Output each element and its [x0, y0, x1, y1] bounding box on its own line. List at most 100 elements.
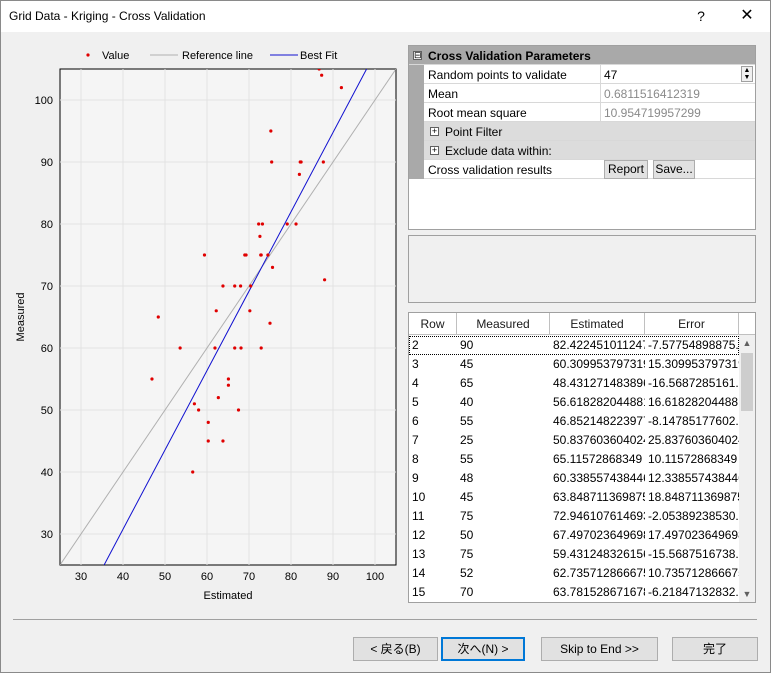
skip-to-end-button[interactable]: Skip to End >> — [541, 637, 658, 661]
table-cell: 5 — [412, 395, 419, 409]
data-point — [221, 439, 225, 443]
table-row[interactable]: 4 65 48.431271483896 -16.5687285161... — [409, 374, 739, 393]
expand-icon[interactable]: + — [430, 127, 439, 136]
data-point — [259, 253, 263, 257]
table-cell: 56.618282044881 — [553, 395, 645, 409]
legend-marker — [86, 53, 90, 57]
data-point — [298, 160, 302, 164]
scroll-thumb[interactable] — [741, 353, 753, 411]
save-button[interactable]: Save... — [653, 160, 695, 179]
data-point — [244, 253, 248, 257]
table-row[interactable]: 6 55 46.852148223977 -8.14785177602... — [409, 412, 739, 431]
data-point — [214, 309, 218, 313]
x-tick-label: 30 — [75, 571, 87, 583]
x-tick-label: 100 — [366, 571, 384, 583]
data-point — [226, 383, 231, 387]
param-random-points[interactable]: Random points to validate 47 ▲ ▼ — [409, 65, 755, 84]
legend: Value Reference line Best Fit — [86, 50, 337, 62]
param-mean: Mean 0.6811516412319 — [409, 84, 755, 103]
back-button[interactable]: < 戻る(B) — [353, 637, 438, 661]
legend-label: Reference line — [182, 50, 253, 62]
table-row[interactable]: 3 45 60.309953797319 15.309953797319 — [409, 355, 739, 374]
table-cell: 11 — [412, 509, 425, 523]
table-cell: 70 — [460, 585, 474, 599]
column-header-measured[interactable]: Measured — [457, 313, 550, 335]
data-point — [321, 160, 325, 164]
point-filter-row[interactable]: + Point Filter — [409, 122, 755, 141]
table-cell: 82.422451011247 — [553, 338, 645, 352]
data-point — [257, 222, 261, 226]
table-row[interactable]: 13 75 59.431248326156 -15.5687516738... — [409, 545, 739, 564]
data-point — [297, 172, 301, 176]
exclude-label: Exclude data within: — [445, 144, 552, 158]
table-cell: -16.5687285161... — [648, 376, 739, 390]
scroll-up-icon[interactable]: ▲ — [739, 335, 755, 351]
expand-icon[interactable]: + — [430, 146, 439, 155]
table-cell: 48 — [460, 471, 474, 485]
section-title: Cross Validation Parameters — [428, 49, 591, 63]
x-tick-label: 50 — [159, 571, 171, 583]
table-row[interactable]: 2 90 82.422451011247 -7.57754898875... — [409, 336, 739, 355]
data-point — [249, 284, 253, 288]
legend-label: Best Fit — [300, 50, 337, 62]
param-rms: Root mean square 10.954719957299 — [409, 103, 755, 122]
x-tick-label: 80 — [285, 571, 297, 583]
table-row[interactable]: 15 70 63.781528671678 -6.21847132832... — [409, 583, 739, 602]
next-button[interactable]: 次へ(N) > — [441, 637, 525, 661]
column-header-estimated[interactable]: Estimated — [550, 313, 645, 335]
y-tick-label: 40 — [41, 467, 53, 479]
table-row[interactable]: 12 50 67.497023649698 17.497023649698 — [409, 526, 739, 545]
finish-button[interactable]: 完了 — [672, 637, 758, 661]
random-points-input[interactable]: 47 — [600, 65, 755, 84]
table-header: Row Measured Estimated Error — [409, 313, 755, 335]
data-point — [260, 222, 265, 226]
close-button[interactable]: ✕ — [729, 5, 765, 27]
table-row[interactable]: 14 52 62.735712866675 10.735712866675 — [409, 564, 739, 583]
data-point — [320, 73, 324, 77]
table-row[interactable]: 9 48 60.338557438446 12.338557438446 — [409, 469, 739, 488]
table-row[interactable]: 8 55 65.11572868349 10.11572868349 — [409, 450, 739, 469]
table-cell: 55 — [460, 452, 474, 466]
table-cell: 45 — [460, 490, 474, 504]
section-header[interactable]: ⊟ Cross Validation Parameters — [409, 46, 755, 65]
x-tick-label: 40 — [117, 571, 129, 583]
data-point — [233, 284, 237, 288]
table-cell: 15 — [412, 585, 426, 599]
exclude-row[interactable]: + Exclude data within: — [409, 141, 755, 160]
data-point — [213, 346, 217, 350]
title-bar[interactable]: Grid Data - Kriging - Cross Validation ?… — [1, 1, 770, 32]
data-point — [206, 420, 210, 424]
data-point — [197, 408, 201, 412]
scroll-down-icon[interactable]: ▼ — [739, 586, 755, 602]
table-cell: 25.837603604024 — [648, 433, 739, 447]
collapse-icon[interactable]: ⊟ — [413, 51, 422, 60]
table-row[interactable]: 10 45 63.848711369875 18.848711369875 — [409, 488, 739, 507]
report-button[interactable]: Report — [604, 160, 648, 179]
column-header-error[interactable]: Error — [645, 313, 739, 335]
table-cell: 52 — [460, 566, 474, 580]
point-filter-label: Point Filter — [445, 125, 503, 139]
data-point — [239, 284, 243, 288]
column-header-row[interactable]: Row — [409, 313, 457, 335]
data-point — [239, 346, 243, 350]
table-cell: 3 — [412, 357, 419, 371]
table-cell: 9 — [412, 471, 419, 485]
y-tick-label: 100 — [35, 95, 53, 107]
data-point — [270, 265, 275, 269]
param-results: Cross validation results Report Save... — [409, 160, 755, 179]
table-row[interactable]: 11 75 72.946107614693 -2.05389238530... — [409, 507, 739, 526]
data-point — [294, 222, 298, 226]
table-row[interactable]: 5 40 56.618282044881 16.618282044881 — [409, 393, 739, 412]
vertical-scrollbar[interactable]: ▲ ▼ — [739, 335, 755, 602]
mean-value: 0.6811516412319 — [600, 84, 755, 103]
data-point — [178, 346, 182, 350]
spinner-icon[interactable]: ▲ ▼ — [741, 66, 753, 82]
data-point — [202, 253, 207, 257]
table-row[interactable]: 7 25 50.837603604024 25.837603604024 — [409, 431, 739, 450]
table-cell: 16.618282044881 — [648, 395, 739, 409]
data-point — [317, 69, 321, 71]
table-cell: 13 — [412, 547, 426, 561]
param-label: Mean — [428, 87, 459, 101]
help-button[interactable]: ? — [687, 5, 715, 27]
table-cell: 67.497023649698 — [553, 528, 645, 542]
